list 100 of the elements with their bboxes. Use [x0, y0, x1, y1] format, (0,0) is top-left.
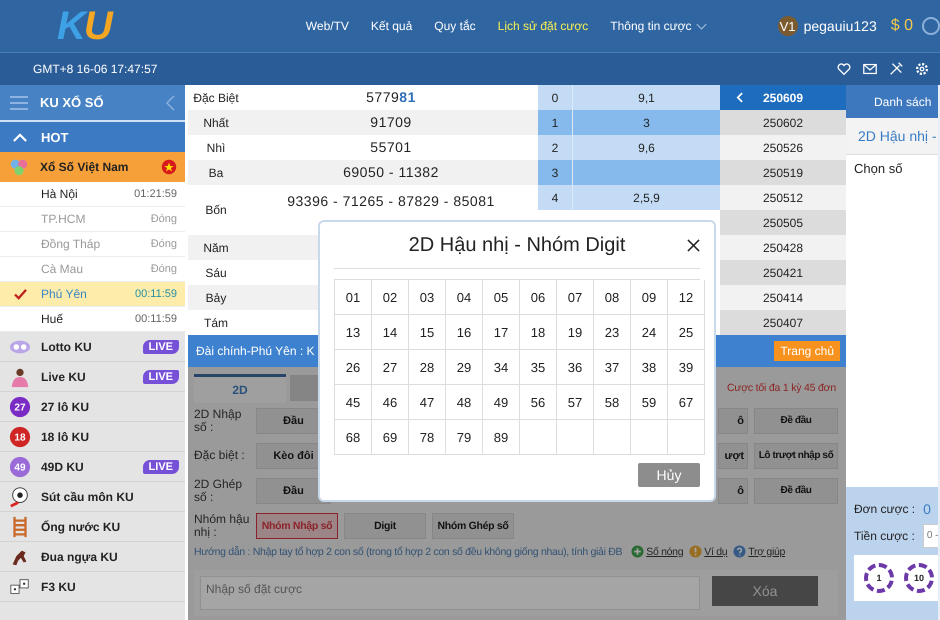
number-option[interactable]: 03 — [409, 280, 446, 315]
game-item[interactable]: 49 49D KU LIVE — [0, 452, 185, 482]
number-option[interactable]: 47 — [409, 385, 446, 420]
mail-icon[interactable] — [862, 61, 878, 77]
number-option[interactable]: 79 — [446, 420, 483, 455]
number-option[interactable]: 12 — [668, 280, 705, 315]
period-item[interactable]: 250609 — [720, 85, 846, 110]
number-option[interactable]: 49 — [483, 385, 520, 420]
number-option[interactable]: 48 — [446, 385, 483, 420]
bet-list-tab[interactable]: 2D Hậu nhị - — [846, 118, 938, 155]
game-item[interactable]: Đua ngựa KU — [0, 542, 185, 572]
number-option[interactable]: 05 — [483, 280, 520, 315]
nav-link[interactable]: Web/TV — [294, 19, 360, 33]
number-option[interactable]: 25 — [668, 315, 705, 350]
username[interactable]: pegauiu123 — [804, 18, 877, 34]
number-option[interactable]: 69 — [372, 420, 409, 455]
province-item[interactable]: Huế 00:11:59 — [0, 307, 185, 332]
period-item[interactable]: 250519 — [720, 160, 846, 185]
number-option[interactable]: 58 — [594, 385, 631, 420]
period-item[interactable]: 250505 — [720, 210, 846, 235]
number-option[interactable]: 02 — [372, 280, 409, 315]
number-option[interactable]: 34 — [483, 350, 520, 385]
number-option[interactable]: 45 — [335, 385, 372, 420]
number-option[interactable]: 59 — [631, 385, 668, 420]
number-option[interactable]: 37 — [594, 350, 631, 385]
lottery-group[interactable]: Xổ Số Việt Nam — [0, 152, 185, 182]
close-icon[interactable] — [687, 239, 700, 252]
help-link[interactable]: Ví dụ — [704, 546, 728, 558]
row-label: 2D Ghép số : — [194, 478, 244, 504]
number-option[interactable]: 04 — [446, 280, 483, 315]
nav-link[interactable]: Quy tắc — [423, 19, 487, 33]
number-option[interactable]: 35 — [520, 350, 557, 385]
period-item[interactable]: 250414 — [720, 285, 846, 310]
number-option[interactable]: 13 — [335, 315, 372, 350]
game-item[interactable]: 27 27 lô KU — [0, 392, 185, 422]
heart-icon[interactable] — [836, 61, 852, 77]
number-option[interactable]: 09 — [631, 280, 668, 315]
game-item[interactable]: F3 KU — [0, 572, 185, 602]
number-option[interactable]: 46 — [372, 385, 409, 420]
bet-type-button[interactable]: Lô trượt nhập số — [754, 442, 838, 468]
number-option[interactable]: 78 — [409, 420, 446, 455]
help-link[interactable]: Số nóng — [646, 546, 684, 558]
bet-type-button[interactable]: ô — [718, 408, 748, 434]
chip-button[interactable]: 10 — [904, 563, 934, 593]
bet-type-button[interactable]: Đề đầu — [754, 408, 838, 434]
number-option[interactable]: 07 — [557, 280, 594, 315]
game-item[interactable]: Sút cầu môn KU — [0, 482, 185, 512]
period-item[interactable]: 250526 — [720, 135, 846, 160]
number-option[interactable]: 26 — [335, 350, 372, 385]
period-item[interactable]: 250428 — [720, 235, 846, 260]
bet-type-button[interactable]: Đề đầu — [754, 478, 838, 504]
help-link[interactable]: Trợ giúp — [748, 546, 786, 558]
group-option-button[interactable]: Nhóm Ghép số — [432, 512, 514, 538]
number-option[interactable]: 28 — [409, 350, 446, 385]
amount-field[interactable]: 0 - — [922, 524, 938, 548]
period-item[interactable]: 250512 — [720, 185, 846, 210]
number-option[interactable]: 57 — [557, 385, 594, 420]
number-option[interactable]: 14 — [372, 315, 409, 350]
number-option[interactable]: 19 — [557, 315, 594, 350]
province-item[interactable]: Hà Nội 01:21:59 — [0, 182, 185, 207]
nav-link[interactable]: Kết quả — [360, 19, 424, 33]
game-name: 49D KU — [41, 460, 85, 474]
number-option[interactable]: 15 — [409, 315, 446, 350]
number-option[interactable]: 24 — [631, 315, 668, 350]
number-option[interactable]: 27 — [372, 350, 409, 385]
number-option[interactable]: 36 — [557, 350, 594, 385]
period-item[interactable]: 250421 — [720, 260, 846, 285]
game-name: Ống nước KU — [41, 520, 122, 534]
number-option[interactable]: 23 — [594, 315, 631, 350]
bet-type-button[interactable]: ượt — [718, 442, 748, 468]
nav-link[interactable]: Lịch sử đặt cược — [486, 19, 600, 33]
number-option[interactable]: 06 — [520, 280, 557, 315]
tools-icon[interactable] — [888, 61, 904, 77]
group-option-button[interactable]: Digit — [344, 512, 426, 538]
period-item[interactable]: 250407 — [720, 310, 846, 335]
settings-icon[interactable] — [914, 61, 930, 77]
bet-number-field[interactable]: Nhập số đặt cược — [200, 576, 700, 610]
number-option[interactable]: 29 — [446, 350, 483, 385]
number-option[interactable]: 38 — [631, 350, 668, 385]
number-option[interactable]: 89 — [483, 420, 520, 455]
game-item[interactable]: Live KU LIVE — [0, 362, 185, 392]
game-item[interactable]: Lotto KU LIVE — [0, 332, 185, 362]
number-option[interactable]: 17 — [483, 315, 520, 350]
number-option[interactable]: 01 — [335, 280, 372, 315]
prize-name: Sáu — [204, 264, 228, 282]
nav-link[interactable]: Thông tin cược — [599, 19, 718, 33]
game-item[interactable]: Ống nước KU — [0, 512, 185, 542]
number-option[interactable]: 67 — [668, 385, 705, 420]
game-item[interactable]: 18 18 lô KU — [0, 422, 185, 452]
number-option[interactable]: 18 — [520, 315, 557, 350]
number-option[interactable]: 39 — [668, 350, 705, 385]
circle-icon[interactable] — [922, 17, 940, 35]
section-header[interactable]: HOT — [0, 122, 185, 152]
number-option[interactable]: 68 — [335, 420, 372, 455]
number-option[interactable]: 56 — [520, 385, 557, 420]
number-option[interactable]: 08 — [594, 280, 631, 315]
number-option[interactable]: 16 — [446, 315, 483, 350]
period-item[interactable]: 250602 — [720, 110, 846, 135]
bet-type-button[interactable]: ô — [718, 478, 748, 504]
chip-button[interactable]: 1 — [864, 563, 894, 593]
